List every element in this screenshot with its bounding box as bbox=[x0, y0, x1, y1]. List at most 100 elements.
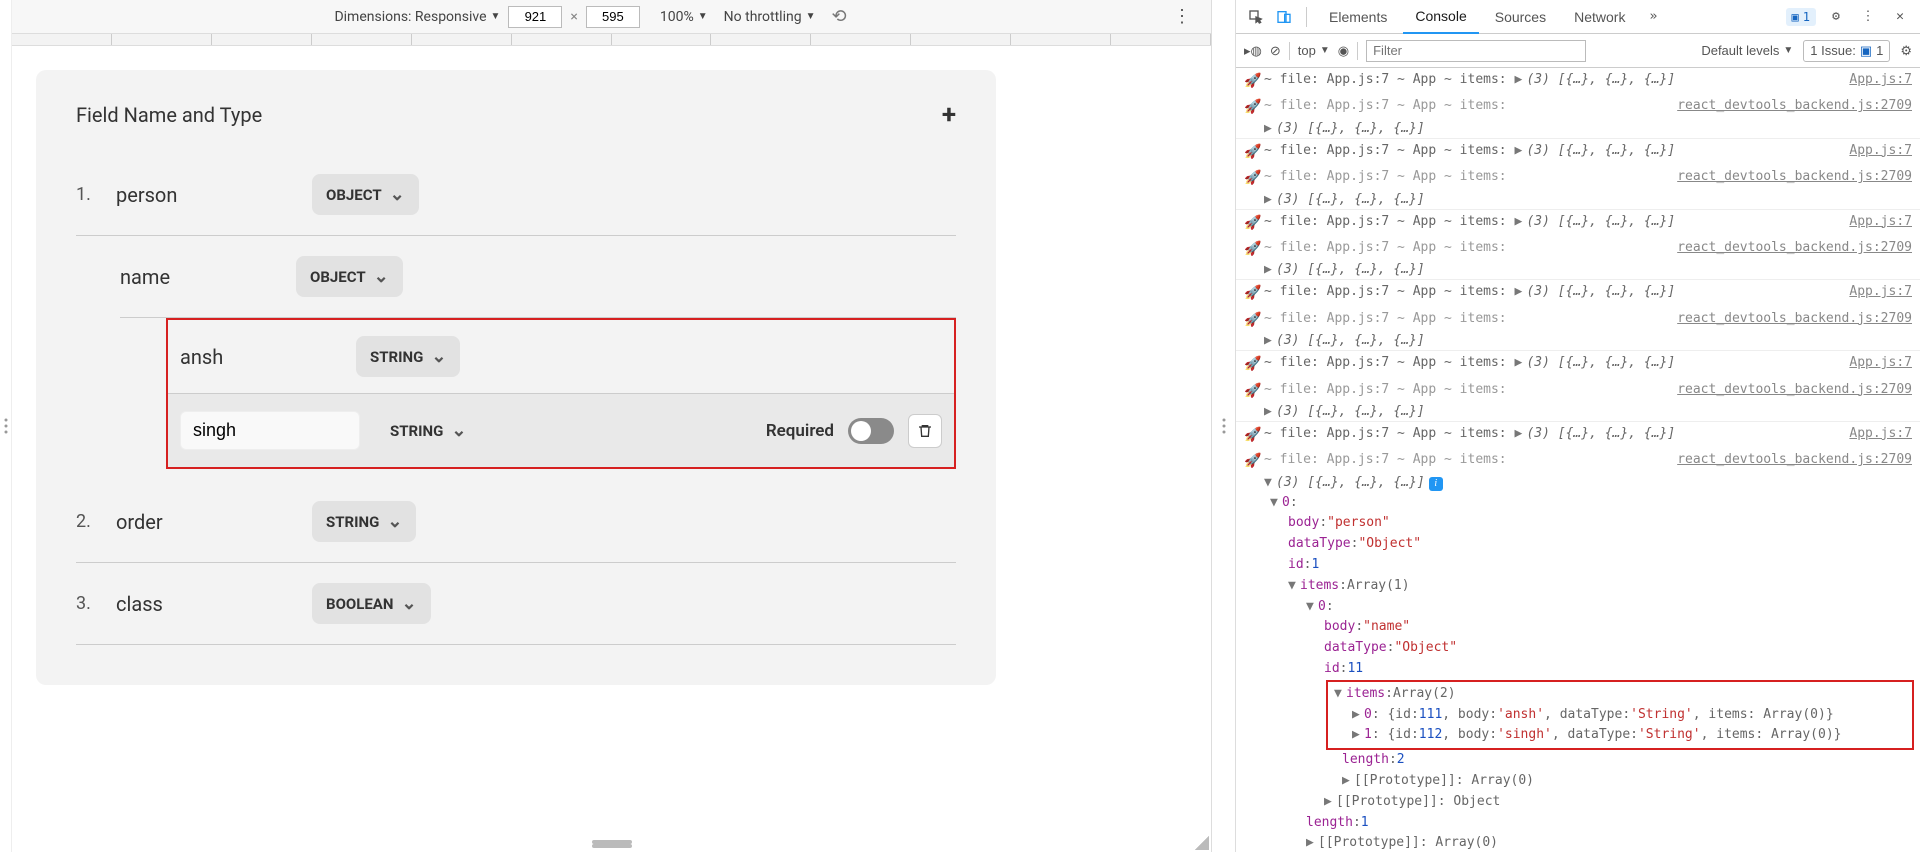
console-output: 🚀~ file: App.js:7 ~ App ~ items: ▶(3) [{… bbox=[1236, 68, 1920, 852]
type-dropdown[interactable]: OBJECT⌄ bbox=[312, 174, 419, 215]
tab-sources[interactable]: Sources bbox=[1483, 1, 1558, 33]
tab-elements[interactable]: Elements bbox=[1317, 1, 1399, 33]
field-editor-card: Field Name and Type + 1. person OBJECT⌄ … bbox=[36, 70, 996, 685]
console-settings-icon[interactable]: ⚙ bbox=[1900, 43, 1912, 59]
kebab-icon[interactable]: ⋮ bbox=[1856, 5, 1880, 29]
log-entry[interactable]: 🚀~ file: App.js:7 ~ App ~ items: ▶(3) [{… bbox=[1236, 351, 1920, 422]
rocket-icon: 🚀 bbox=[1244, 96, 1264, 118]
field-row-singh[interactable]: STRING⌄ Required bbox=[168, 394, 954, 467]
rocket-icon: 🚀 bbox=[1244, 380, 1264, 402]
execution-sidebar-icon[interactable]: ▸◍ bbox=[1244, 43, 1262, 59]
field-name: name bbox=[120, 265, 280, 289]
source-link[interactable]: App.js:7 bbox=[1833, 282, 1912, 303]
source-link[interactable]: App.js:7 bbox=[1833, 141, 1912, 162]
row-number: 3. bbox=[76, 593, 100, 614]
rocket-icon: 🚀 bbox=[1244, 212, 1264, 234]
rocket-icon: 🚀 bbox=[1244, 238, 1264, 260]
settings-icon[interactable]: ⚙ bbox=[1824, 5, 1848, 29]
field-row-ansh[interactable]: ansh STRING⌄ bbox=[168, 320, 954, 394]
card-title: Field Name and Type bbox=[76, 103, 262, 127]
log-entry[interactable]: 🚀~ file: App.js:7 ~ App ~ items: ▶(3) [{… bbox=[1236, 139, 1920, 210]
rocket-icon: 🚀 bbox=[1244, 450, 1264, 472]
console-toolbar: ▸◍ ⊘ top▼ ◉ Default levels▼ 1 Issue:▣1 ⚙ bbox=[1236, 34, 1920, 68]
source-link[interactable]: App.js:7 bbox=[1833, 424, 1912, 445]
field-row-class[interactable]: 3. class BOOLEAN⌄ bbox=[76, 563, 956, 645]
type-dropdown[interactable]: OBJECT⌄ bbox=[296, 256, 403, 297]
source-link[interactable]: App.js:7 bbox=[1833, 70, 1912, 91]
ruler bbox=[12, 34, 1211, 46]
pane-divider[interactable] bbox=[1212, 0, 1236, 852]
add-field-button[interactable]: + bbox=[942, 100, 956, 130]
field-row-order[interactable]: 2. order STRING⌄ bbox=[76, 481, 956, 563]
rocket-icon: 🚀 bbox=[1244, 141, 1264, 163]
more-tabs-icon[interactable]: » bbox=[1641, 5, 1665, 29]
field-name: person bbox=[116, 183, 296, 207]
source-link[interactable]: App.js:7 bbox=[1833, 353, 1912, 374]
throttling-dropdown[interactable]: No throttling▼ bbox=[724, 9, 816, 25]
resize-handle-corner[interactable] bbox=[1195, 836, 1209, 850]
type-dropdown[interactable]: BOOLEAN⌄ bbox=[312, 583, 431, 624]
source-link[interactable]: react_devtools_backend.js:2709 bbox=[1661, 167, 1912, 188]
delete-button[interactable] bbox=[908, 414, 942, 448]
source-link[interactable]: react_devtools_backend.js:2709 bbox=[1661, 238, 1912, 259]
clear-console-icon[interactable]: ⊘ bbox=[1270, 43, 1281, 59]
info-icon[interactable]: i bbox=[1429, 477, 1443, 491]
row-number: 1. bbox=[76, 184, 100, 205]
log-entry[interactable]: 🚀~ file: App.js:7 ~ App ~ items: ▶(3) [{… bbox=[1236, 280, 1920, 351]
source-link[interactable]: react_devtools_backend.js:2709 bbox=[1661, 309, 1912, 330]
field-name: ansh bbox=[180, 345, 340, 369]
highlighted-nested-fields: ansh STRING⌄ STRING⌄ Required bbox=[166, 318, 956, 469]
source-link[interactable]: react_devtools_backend.js:2709 bbox=[1661, 450, 1912, 471]
live-expression-icon[interactable]: ◉ bbox=[1338, 43, 1349, 59]
required-label: Required bbox=[766, 421, 834, 441]
device-preview-pane: Dimensions: Responsive▼ × 100%▼ No throt… bbox=[12, 0, 1212, 852]
console-highlight-box: ▼items: Array(2) ▶0: {id: 111, body: 'an… bbox=[1326, 680, 1914, 750]
device-icon[interactable] bbox=[1272, 5, 1296, 29]
resize-handle-bottom[interactable] bbox=[592, 840, 632, 844]
type-dropdown[interactable]: STRING⌄ bbox=[376, 410, 480, 451]
source-link[interactable]: react_devtools_backend.js:2709 bbox=[1661, 96, 1912, 117]
filter-input[interactable] bbox=[1366, 40, 1586, 62]
height-input[interactable] bbox=[586, 6, 640, 28]
log-entry[interactable]: 🚀~ file: App.js:7 ~ App ~ items: ▶(3) [{… bbox=[1236, 68, 1920, 139]
field-name: class bbox=[116, 592, 296, 616]
tab-network[interactable]: Network bbox=[1562, 1, 1637, 33]
source-link[interactable]: App.js:7 bbox=[1833, 212, 1912, 233]
rocket-icon: 🚀 bbox=[1244, 70, 1264, 92]
device-toolbar: Dimensions: Responsive▼ × 100%▼ No throt… bbox=[12, 0, 1211, 34]
field-row-person[interactable]: 1. person OBJECT⌄ bbox=[76, 154, 956, 236]
field-name-input[interactable] bbox=[180, 411, 360, 450]
field-row-name[interactable]: name OBJECT⌄ bbox=[120, 236, 956, 318]
object-tree[interactable]: ▼0: body: "person" dataType: "Object" id… bbox=[1236, 493, 1920, 852]
issues-chip[interactable]: 1 Issue:▣1 bbox=[1803, 40, 1890, 62]
rotate-icon[interactable]: ⟲ bbox=[831, 6, 846, 27]
log-levels-dropdown[interactable]: Default levels▼ bbox=[1701, 43, 1793, 58]
close-icon[interactable]: ✕ bbox=[1888, 5, 1912, 29]
log-entry[interactable]: 🚀~ file: App.js:7 ~ App ~ items: ▶(3) [{… bbox=[1236, 210, 1920, 281]
zoom-dropdown[interactable]: 100%▼ bbox=[660, 9, 708, 25]
rocket-icon: 🚀 bbox=[1244, 353, 1264, 375]
dimension-separator: × bbox=[570, 9, 577, 25]
tab-console[interactable]: Console bbox=[1403, 0, 1478, 34]
dimensions-dropdown[interactable]: Dimensions: Responsive▼ bbox=[334, 9, 500, 25]
rocket-icon: 🚀 bbox=[1244, 309, 1264, 331]
trash-icon bbox=[917, 423, 933, 439]
type-dropdown[interactable]: STRING⌄ bbox=[356, 336, 460, 377]
rocket-icon: 🚀 bbox=[1244, 282, 1264, 304]
rocket-icon: 🚀 bbox=[1244, 424, 1264, 446]
log-entry-expanded: 🚀~ file: App.js:7 ~ App ~ items: ▶(3) [{… bbox=[1236, 422, 1920, 852]
more-options-icon[interactable]: ⋮ bbox=[1165, 6, 1199, 27]
row-number: 2. bbox=[76, 511, 100, 532]
required-toggle[interactable] bbox=[848, 418, 894, 444]
message-badge[interactable]: ▣1 bbox=[1786, 8, 1816, 26]
devtools-panel: Elements Console Sources Network » ▣1 ⚙ … bbox=[1236, 0, 1920, 852]
width-input[interactable] bbox=[508, 6, 562, 28]
type-dropdown[interactable]: STRING⌄ bbox=[312, 501, 416, 542]
page-content: Field Name and Type + 1. person OBJECT⌄ … bbox=[12, 46, 1211, 852]
devtools-tab-bar: Elements Console Sources Network » ▣1 ⚙ … bbox=[1236, 0, 1920, 34]
source-link[interactable]: react_devtools_backend.js:2709 bbox=[1661, 380, 1912, 401]
left-resize-handle[interactable] bbox=[0, 0, 12, 852]
inspect-icon[interactable] bbox=[1244, 5, 1268, 29]
context-dropdown[interactable]: top▼ bbox=[1298, 43, 1330, 58]
rocket-icon: 🚀 bbox=[1244, 167, 1264, 189]
